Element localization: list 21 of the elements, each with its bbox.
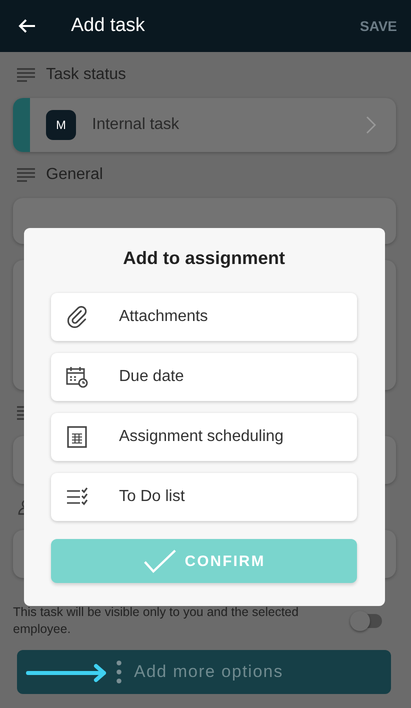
status-card[interactable]: M Internal task [13, 98, 396, 152]
text-lines-icon [16, 167, 36, 183]
option-item[interactable]: Assignment scheduling [51, 413, 357, 461]
calendar-icon [65, 425, 89, 449]
section-title: General [46, 166, 103, 184]
more-vertical-icon [116, 660, 122, 684]
visibility-toggle[interactable] [352, 614, 382, 628]
option-item[interactable]: To Do list [51, 473, 357, 521]
visibility-text: This task will be visible only to you and the selected employee. [13, 604, 300, 638]
dialog-title: Add to assignment [122, 248, 286, 269]
status-badge: M [46, 110, 76, 140]
option-item[interactable]: Attachments [51, 293, 357, 341]
paperclip-icon [65, 305, 89, 329]
chevron-icon [366, 116, 376, 134]
checkmark-icon [142, 548, 177, 574]
screen-title: Add task [71, 15, 146, 37]
section-title: Task status [46, 66, 126, 84]
status-label: Internal task [92, 116, 180, 134]
text-lines-icon [16, 67, 36, 83]
option-item[interactable]: Due date [51, 353, 357, 401]
calendar-clock-icon [65, 365, 89, 389]
